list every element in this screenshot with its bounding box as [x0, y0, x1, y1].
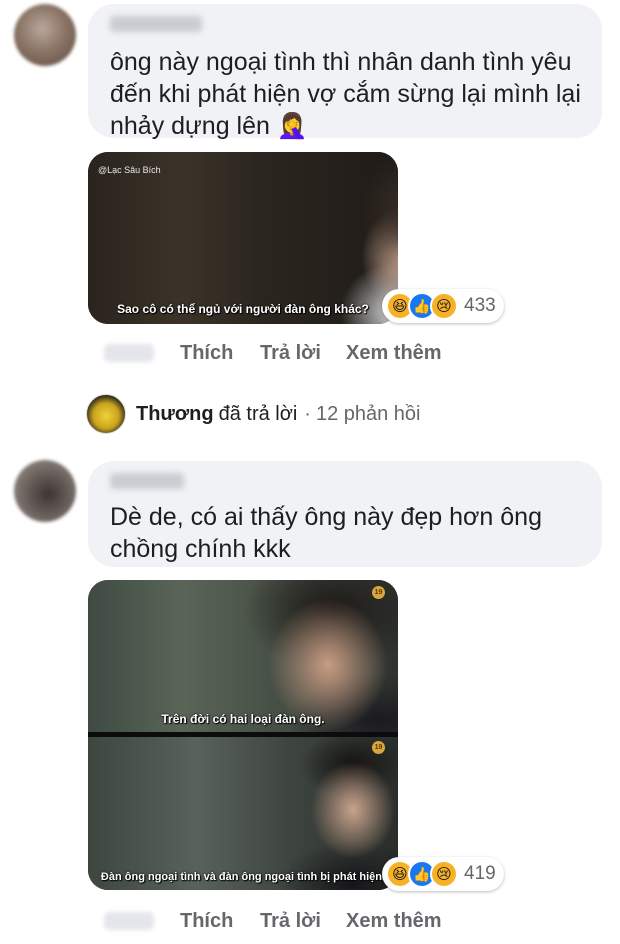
see-more-button[interactable]: Xem thêm	[346, 910, 442, 933]
comment-text-line: Dè de, có ai thấy ông này đẹp hơn ông	[110, 503, 542, 531]
commenter-avatar[interactable]	[14, 4, 76, 66]
comment-image[interactable]: @Lạc Sâu Bích Sao cô có thể ngủ với ngườ…	[88, 152, 398, 324]
image-divider	[88, 732, 398, 737]
timestamp-blurred[interactable]	[104, 344, 154, 362]
comment-text: Dè de, có ai thấy ông này đẹp hơn ông ch…	[110, 501, 590, 565]
comment-text-line: chồng chính kkk	[110, 535, 291, 563]
sad-icon: 😢	[430, 860, 458, 888]
reply-button[interactable]: Trả lời	[260, 342, 321, 365]
reaction-count: 419	[464, 863, 496, 884]
dot-separator: ·	[304, 402, 311, 425]
timestamp-blurred[interactable]	[104, 912, 154, 930]
commenter-name-blurred[interactable]	[110, 473, 184, 489]
comment-image[interactable]: 19 Trên đời có hai loại đàn ông. 19 Đàn …	[88, 580, 398, 890]
image-watermark: @Lạc Sâu Bích	[98, 165, 161, 175]
reply-count: 12 phản hồi	[315, 402, 421, 425]
see-more-button[interactable]: Xem thêm	[346, 342, 442, 365]
reaction-summary[interactable]: 😆 👍 😢 419	[382, 857, 504, 891]
comment-text: ông này ngoại tình thì nhân danh tình yê…	[110, 46, 590, 142]
image-subtitle: Trên đời có hai loại đàn ông.	[161, 712, 325, 726]
age-rating-badge: 19	[372, 741, 385, 754]
comment-text-line: đến khi phát hiện vợ cắm sừng lại mình l…	[110, 80, 581, 108]
reaction-summary[interactable]: 😆 👍 😢 433	[382, 289, 504, 323]
sad-icon: 😢	[430, 292, 458, 320]
comment-bubble: ông này ngoại tình thì nhân danh tình yê…	[88, 4, 602, 140]
commenter-name-blurred[interactable]	[110, 16, 202, 32]
age-rating-badge: 19	[372, 586, 385, 599]
comment-text-line: nhảy dựng lên 🤦‍♀️	[110, 112, 308, 140]
like-button[interactable]: Thích	[180, 910, 233, 933]
replier-name: Thương	[136, 402, 214, 425]
reply-verb: đã trả lời	[218, 402, 298, 425]
reply-button[interactable]: Trả lời	[260, 910, 321, 933]
drama-scene-image	[88, 152, 398, 324]
reaction-count: 433	[464, 295, 496, 316]
comment-bubble: Dè de, có ai thấy ông này đẹp hơn ông ch…	[88, 461, 602, 567]
image-subtitle: Sao cô có thể ngủ với người đàn ông khác…	[117, 302, 369, 316]
comment-text-line: ông này ngoại tình thì nhân danh tình yê…	[110, 48, 572, 76]
replier-avatar	[86, 394, 126, 434]
drama-scene-image-bottom	[88, 735, 398, 890]
replies-link[interactable]: Thương đã trả lời · 12 phản hồi	[86, 394, 421, 434]
like-button[interactable]: Thích	[180, 342, 233, 365]
commenter-avatar[interactable]	[14, 460, 76, 522]
image-subtitle: Đàn ông ngoại tình và đàn ông ngoại tình…	[100, 871, 386, 883]
